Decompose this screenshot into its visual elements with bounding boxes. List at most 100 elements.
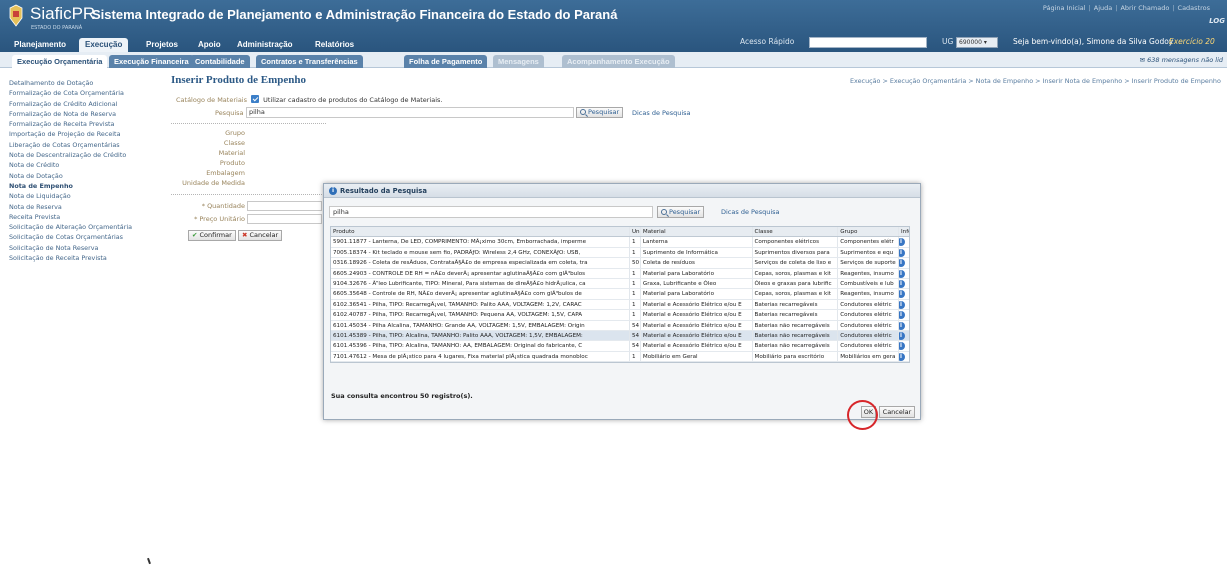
unit-price-input[interactable] bbox=[247, 214, 322, 224]
messages-notice[interactable]: ✉ 638 mensagens não lid bbox=[1140, 56, 1223, 64]
info-icon[interactable]: i bbox=[899, 279, 906, 288]
cell-info: i bbox=[899, 310, 909, 320]
menu-execucao[interactable]: Execução bbox=[79, 38, 129, 52]
info-icon[interactable]: i bbox=[899, 342, 906, 351]
ug-select[interactable]: 690000 ▾ bbox=[956, 37, 998, 48]
dialog-search-tips[interactable]: Dicas de Pesquisa bbox=[721, 208, 780, 216]
info-icon[interactable]: i bbox=[899, 248, 906, 257]
brand-name[interactable]: SiaficPR bbox=[30, 4, 95, 24]
cell-grupo: Condutores elétric bbox=[838, 341, 900, 351]
app-header: SiaficPR ESTADO DO PARANÁ Sistema Integr… bbox=[0, 0, 1227, 52]
cell-material: Coleta de resíduos bbox=[641, 258, 753, 268]
shield-logo-icon bbox=[9, 4, 23, 27]
info-icon[interactable]: i bbox=[899, 300, 906, 309]
tab-folha-pagamento[interactable]: Folha de Pagamento bbox=[404, 55, 488, 68]
dialog-search-input[interactable]: pilha bbox=[329, 206, 653, 218]
table-row[interactable]: 6605.35648 - Controle de RH, NÃ£o deverÃ… bbox=[331, 289, 909, 300]
tab-contabilidade[interactable]: Contabilidade bbox=[190, 55, 250, 68]
link-home[interactable]: Página Inicial bbox=[1040, 4, 1089, 12]
catalog-checkbox[interactable] bbox=[251, 95, 260, 103]
sidebar-item[interactable]: Nota de Dotação bbox=[9, 171, 159, 181]
link-open-ticket[interactable]: Abrir Chamado bbox=[1117, 4, 1172, 12]
sidebar-item[interactable]: Solicitação de Nota Reserva bbox=[9, 243, 159, 253]
table-row[interactable]: 6605.24903 - CONTROLE DE RH = nÃ£o dever… bbox=[331, 268, 909, 279]
cell-material: Material e Acessório Elétrico e/ou E bbox=[641, 330, 753, 341]
search-button[interactable]: Pesquisar bbox=[576, 107, 624, 118]
link-registers[interactable]: Cadastros bbox=[1175, 4, 1213, 12]
menu-relatorios[interactable]: Relatórios bbox=[309, 38, 360, 52]
breadcrumb[interactable]: Execução > Execução Orçamentária > Nota … bbox=[850, 77, 1221, 85]
exercise-year[interactable]: Exercício 20 bbox=[1169, 37, 1215, 46]
table-row[interactable]: 6102.36541 - Pilha, TIPO: RecarregÃ¡vel,… bbox=[331, 299, 909, 311]
tab-execucao-financeira[interactable]: Execução Financeira bbox=[109, 55, 194, 68]
sidebar-item[interactable]: Formalização de Cota Orçamentária bbox=[9, 88, 159, 98]
tab-mensagens[interactable]: Mensagens bbox=[493, 55, 544, 68]
tab-contratos[interactable]: Contratos e Transferências bbox=[256, 55, 363, 68]
info-icon[interactable]: i bbox=[899, 331, 906, 340]
cell-grupo: Mobiliários em gera bbox=[838, 351, 900, 362]
menu-apoio[interactable]: Apoio bbox=[192, 38, 227, 52]
table-row[interactable]: 6101.45389 - Pilha, TIPO: Alcalina, TAMA… bbox=[331, 330, 909, 342]
col-und[interactable]: Und. bbox=[630, 227, 641, 237]
col-info[interactable]: Info bbox=[899, 227, 909, 236]
quick-access-input[interactable] bbox=[809, 37, 927, 48]
sidebar-item-active[interactable]: Nota de Empenho bbox=[9, 181, 159, 191]
sidebar-item[interactable]: Formalização de Crédito Adicional bbox=[9, 99, 159, 109]
sidebar-item[interactable]: Nota de Crédito bbox=[9, 160, 159, 170]
table-row[interactable]: 6102.40787 - Pilha, TIPO: RecarregÃ¡vel,… bbox=[331, 310, 909, 321]
top-links: Página Inicial | Ajuda | Abrir Chamado | Cadas… bbox=[1040, 4, 1213, 12]
table-row[interactable]: 6101.45396 - Pilha, TIPO: Alcalina, TAMA… bbox=[331, 341, 909, 352]
info-icon[interactable]: i bbox=[899, 259, 906, 268]
info-icon[interactable]: i bbox=[899, 290, 906, 299]
table-row[interactable]: 7005.18374 - Kit teclado e mouse sem fio… bbox=[331, 247, 909, 259]
dialog-search-button[interactable]: Pesquisar bbox=[657, 206, 705, 218]
sidebar-item[interactable]: Nota de Liquidação bbox=[9, 191, 159, 201]
dialog-cancel-button[interactable]: Cancelar bbox=[879, 406, 915, 418]
cell-grupo: Condutores elétric bbox=[838, 310, 900, 320]
search-input[interactable]: pilha bbox=[246, 107, 574, 118]
sidebar-item[interactable]: Detalhamento de Dotação bbox=[9, 78, 159, 88]
confirm-button[interactable]: ✔ Confirmar bbox=[188, 230, 236, 241]
tab-acompanhamento[interactable]: Acompanhamento Execução bbox=[562, 55, 675, 68]
sidebar-item[interactable]: Solicitação de Receita Prevista bbox=[9, 253, 159, 263]
chevron-down-icon: ▾ bbox=[983, 39, 987, 46]
cell-material: Graxa, Lubrificante e Óleo bbox=[641, 278, 753, 289]
quantity-input[interactable] bbox=[247, 201, 322, 211]
search-tips-link[interactable]: Dicas de Pesquisa bbox=[632, 109, 691, 117]
sidebar-item[interactable]: Importação de Projeção de Receita bbox=[9, 129, 159, 139]
col-produto[interactable]: Produto bbox=[331, 227, 630, 237]
cell-info: i bbox=[899, 237, 909, 247]
table-row[interactable]: 7101.47612 - Mesa de plÃ¡stico para 4 lu… bbox=[331, 351, 909, 363]
sidebar-item[interactable]: Formalização de Receita Prevista bbox=[9, 119, 159, 129]
info-icon[interactable]: i bbox=[899, 311, 906, 320]
sidebar-item[interactable]: Nota de Descentralização de Crédito bbox=[9, 150, 159, 160]
table-row[interactable]: 9104.32676 - Ã“leo Lubrificante, TIPO: M… bbox=[331, 278, 909, 290]
table-row[interactable]: 0316.18926 - Coleta de resÃ­duos, Contra… bbox=[331, 258, 909, 269]
sidebar-item[interactable]: Nota de Reserva bbox=[9, 202, 159, 212]
info-icon[interactable]: i bbox=[899, 352, 906, 361]
sidebar-item[interactable]: Liberação de Cotas Orçamentárias bbox=[9, 140, 159, 150]
menu-projetos[interactable]: Projetos bbox=[140, 38, 184, 52]
sidebar-item[interactable]: Receita Prevista bbox=[9, 212, 159, 222]
col-material[interactable]: Material bbox=[641, 227, 753, 237]
table-row[interactable]: 6101.45034 - Pilha Alcalina, TAMANHO: Gr… bbox=[331, 320, 909, 331]
link-help[interactable]: Ajuda bbox=[1091, 4, 1115, 12]
col-classe[interactable]: Classe bbox=[753, 227, 839, 237]
info-icon[interactable]: i bbox=[899, 238, 906, 247]
cell-produto: 0316.18926 - Coleta de resÃ­duos, Contra… bbox=[331, 258, 630, 268]
info-icon[interactable]: i bbox=[899, 269, 906, 278]
table-row[interactable]: 5901.11877 - Lanterna, De LED, COMPRIMEN… bbox=[331, 237, 909, 248]
menu-planejamento[interactable]: Planejamento bbox=[8, 38, 72, 52]
cell-classe: Mobiliário para escritório bbox=[753, 351, 839, 362]
sidebar-item[interactable]: Solicitação de Alteração Orçamentária bbox=[9, 222, 159, 232]
info-icon[interactable]: i bbox=[899, 321, 906, 330]
menu-administracao[interactable]: Administração bbox=[231, 38, 299, 52]
dialog-header[interactable]: i Resultado da Pesquisa bbox=[324, 184, 920, 198]
tab-execucao-orcamentaria[interactable]: Execução Orçamentária bbox=[12, 55, 108, 68]
cancel-button[interactable]: ✖ Cancelar bbox=[238, 230, 283, 241]
cell-produto: 7005.18374 - Kit teclado e mouse sem fio… bbox=[331, 247, 630, 258]
sidebar-item[interactable]: Formalização de Nota de Reserva bbox=[9, 109, 159, 119]
sidebar-item[interactable]: Solicitação de Cotas Orçamentárias bbox=[9, 232, 159, 242]
unit-label: Unidade de Medida bbox=[182, 179, 245, 187]
col-grupo[interactable]: Grupo bbox=[838, 227, 900, 237]
